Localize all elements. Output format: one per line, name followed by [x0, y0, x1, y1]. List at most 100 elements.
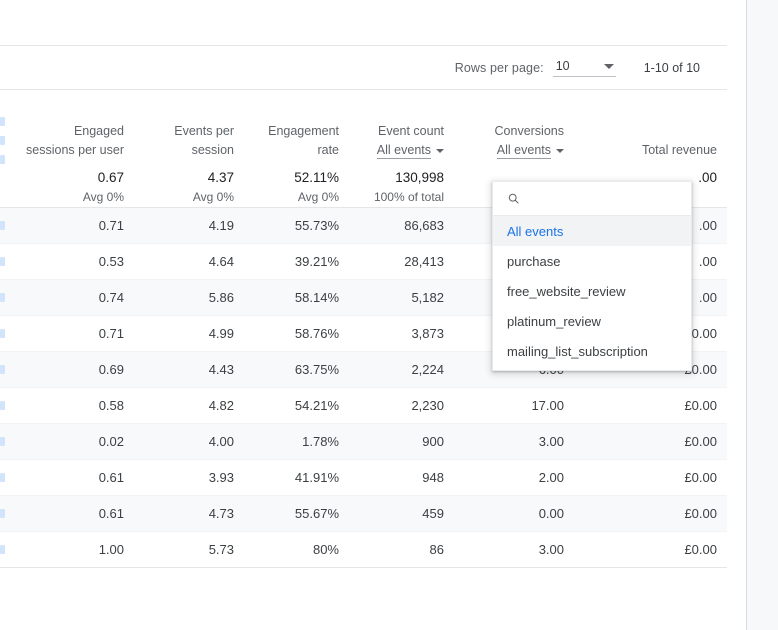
cell-events-per-session: 4.73	[134, 496, 244, 532]
event-filter-dropdown[interactable]: All eventspurchasefree_website_reviewpla…	[492, 181, 692, 371]
table-row[interactable]: 0.584.8254.21%2,23017.00£0.00	[0, 388, 727, 424]
clipped-text-fragment	[0, 221, 5, 230]
cell-conversions: 3.00	[454, 532, 574, 568]
table-row[interactable]: 0.614.7355.67%4590.00£0.00	[0, 496, 727, 532]
column-header-events-per-session[interactable]: Events per session	[134, 90, 244, 168]
cell-total-revenue: £0.00	[574, 424, 727, 460]
clipped-dimension-cell	[0, 280, 18, 316]
cell-conversions: 17.00	[454, 388, 574, 424]
cell-event-count: 86	[349, 532, 454, 568]
clipped-dimension-cell	[0, 532, 18, 568]
cell-engaged-sessions-per-user: 0.53	[18, 244, 134, 280]
cell-event-count: 2,230	[349, 388, 454, 424]
dropdown-search-row[interactable]	[493, 182, 691, 216]
cell-total-revenue: £0.00	[574, 388, 727, 424]
cell-events-per-session: 4.64	[134, 244, 244, 280]
clipped-dimension-cell	[0, 244, 18, 280]
cell-events-per-session: 4.99	[134, 316, 244, 352]
clipped-text-fragment	[0, 545, 5, 554]
cell-engagement-rate: 58.14%	[244, 280, 349, 316]
cell-engaged-sessions-per-user: 0.74	[18, 280, 134, 316]
cell-conversions: 3.00	[454, 424, 574, 460]
cell-engaged-sessions-per-user: 0.58	[18, 388, 134, 424]
total-events-per-session: 4.37 Avg 0%	[134, 168, 244, 208]
cell-events-per-session: 4.43	[134, 352, 244, 388]
event-filter-option[interactable]: All events	[493, 216, 691, 246]
cell-event-count: 900	[349, 424, 454, 460]
cell-engaged-sessions-per-user: 0.61	[18, 496, 134, 532]
column-header-conversions[interactable]: Conversions All events	[454, 90, 574, 168]
cell-event-count: 5,182	[349, 280, 454, 316]
event-filter-option[interactable]: platinum_review	[493, 306, 691, 336]
cell-engaged-sessions-per-user: 0.71	[18, 208, 134, 244]
cell-event-count: 948	[349, 460, 454, 496]
rows-per-page-select[interactable]: 10	[553, 58, 616, 77]
cell-conversions: 0.00	[454, 496, 574, 532]
search-icon	[507, 191, 520, 206]
event-filter-search-input[interactable]	[529, 191, 677, 206]
column-header-event-count[interactable]: Event count All events	[349, 90, 454, 168]
cell-engaged-sessions-per-user: 0.69	[18, 352, 134, 388]
event-filter-option[interactable]: mailing_list_subscription	[493, 336, 691, 366]
cell-engagement-rate: 41.91%	[244, 460, 349, 496]
clipped-text-fragment	[0, 257, 5, 266]
clipped-text-fragment	[0, 117, 5, 126]
cell-events-per-session: 4.19	[134, 208, 244, 244]
total-engaged-sessions-per-user: 0.67 Avg 0%	[18, 168, 134, 208]
event-filter-option[interactable]: free_website_review	[493, 276, 691, 306]
cell-events-per-session: 4.00	[134, 424, 244, 460]
clipped-dimension-cell	[0, 316, 18, 352]
column-header-engagement-rate[interactable]: Engagement rate	[244, 90, 349, 168]
clipped-text-fragment	[0, 401, 5, 410]
clipped-dimension-cell	[0, 424, 18, 460]
rows-per-page-value: 10	[556, 59, 570, 73]
table-row[interactable]: 1.005.7380%863.00£0.00	[0, 532, 727, 568]
clipped-text-fragment	[0, 473, 5, 482]
event-count-filter-button[interactable]: All events	[377, 143, 444, 159]
conversions-filter-button[interactable]: All events	[497, 143, 564, 159]
cell-engaged-sessions-per-user: 0.02	[18, 424, 134, 460]
cell-engaged-sessions-per-user: 0.61	[18, 460, 134, 496]
cell-total-revenue: £0.00	[574, 460, 727, 496]
cell-conversions: 2.00	[454, 460, 574, 496]
cell-engagement-rate: 63.75%	[244, 352, 349, 388]
table-row[interactable]: 0.613.9341.91%9482.00£0.00	[0, 460, 727, 496]
cell-engagement-rate: 80%	[244, 532, 349, 568]
clipped-dimension-cell	[0, 388, 18, 424]
cell-engagement-rate: 58.76%	[244, 316, 349, 352]
table-row[interactable]: 0.024.001.78%9003.00£0.00	[0, 424, 727, 460]
right-gutter	[746, 0, 778, 630]
cell-engagement-rate: 39.21%	[244, 244, 349, 280]
table-header-row: Engaged sessions per user Events per ses…	[0, 90, 727, 168]
clipped-text-fragment	[0, 155, 5, 164]
chevron-down-icon	[436, 149, 444, 153]
clipped-dimension-column	[0, 90, 18, 168]
cell-event-count: 28,413	[349, 244, 454, 280]
cell-event-count: 86,683	[349, 208, 454, 244]
clipped-text-fragment	[0, 329, 5, 338]
column-header-engaged-sessions-per-user[interactable]: Engaged sessions per user	[18, 90, 134, 168]
cell-total-revenue: £0.00	[574, 532, 727, 568]
chevron-down-icon	[604, 64, 614, 69]
event-filter-option[interactable]: purchase	[493, 246, 691, 276]
clipped-dimension-cell	[0, 168, 18, 208]
clipped-dimension-cell	[0, 496, 18, 532]
cell-engagement-rate: 55.73%	[244, 208, 349, 244]
cell-engagement-rate: 55.67%	[244, 496, 349, 532]
cell-events-per-session: 5.73	[134, 532, 244, 568]
cell-total-revenue: £0.00	[574, 496, 727, 532]
column-header-total-revenue[interactable]: Total revenue	[574, 90, 727, 168]
cell-engagement-rate: 1.78%	[244, 424, 349, 460]
cell-event-count: 459	[349, 496, 454, 532]
pagination-range-label: 1-10 of 10	[644, 61, 700, 75]
pagination-bar: Rows per page: 10 1-10 of 10	[0, 45, 727, 90]
cell-events-per-session: 3.93	[134, 460, 244, 496]
cell-engagement-rate: 54.21%	[244, 388, 349, 424]
cell-engaged-sessions-per-user: 1.00	[18, 532, 134, 568]
clipped-text-fragment	[0, 509, 5, 518]
clipped-text-fragment	[0, 136, 5, 145]
cell-event-count: 3,873	[349, 316, 454, 352]
clipped-dimension-cell	[0, 352, 18, 388]
event-filter-option-list: All eventspurchasefree_website_reviewpla…	[493, 216, 691, 366]
clipped-dimension-cell	[0, 460, 18, 496]
